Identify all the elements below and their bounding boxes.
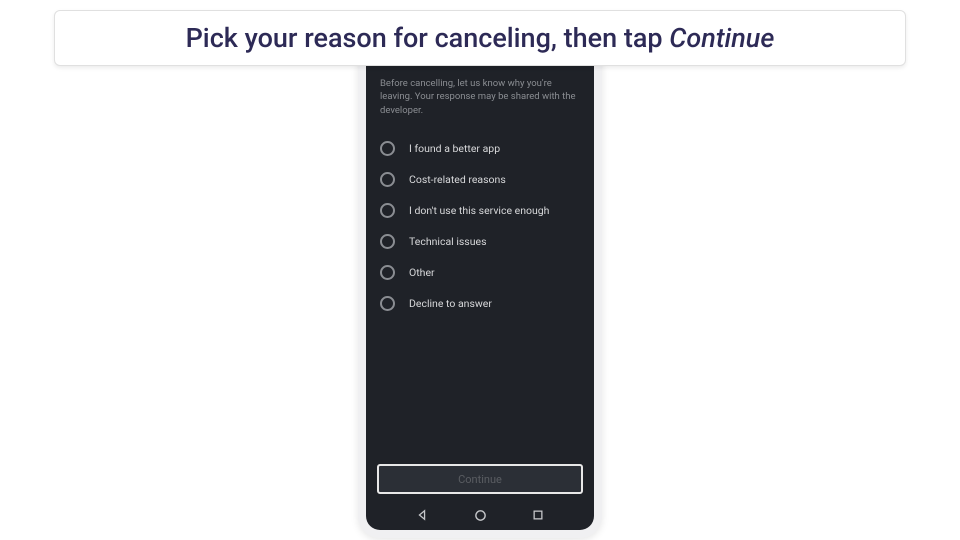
reason-label: I don't use this service enough: [409, 204, 549, 217]
reason-label: Cost-related reasons: [409, 173, 506, 186]
radio-icon: [380, 234, 395, 249]
nav-home-icon[interactable]: [473, 508, 487, 522]
phone-frame: Before cancelling, let us know why you'r…: [358, 24, 602, 538]
instruction-banner: Pick your reason for canceling, then tap…: [54, 10, 906, 66]
reason-option-cost[interactable]: Cost-related reasons: [380, 164, 580, 195]
nav-back-icon[interactable]: [415, 508, 429, 522]
reason-option-usage[interactable]: I don't use this service enough: [380, 195, 580, 226]
radio-icon: [380, 141, 395, 156]
reason-label: Other: [409, 266, 435, 279]
continue-button-label: Continue: [458, 473, 502, 486]
phone-screen: Before cancelling, let us know why you'r…: [366, 32, 594, 530]
radio-icon: [380, 203, 395, 218]
nav-recent-icon[interactable]: [531, 508, 545, 522]
radio-icon: [380, 296, 395, 311]
reason-label: Decline to answer: [409, 297, 492, 310]
reason-option-other[interactable]: Other: [380, 257, 580, 288]
reason-option-technical[interactable]: Technical issues: [380, 226, 580, 257]
reason-option-decline[interactable]: Decline to answer: [380, 288, 580, 319]
radio-icon: [380, 265, 395, 280]
intro-text: Before cancelling, let us know why you'r…: [380, 77, 580, 117]
reason-option-better-app[interactable]: I found a better app: [380, 133, 580, 164]
cancel-reason-form: Before cancelling, let us know why you'r…: [366, 32, 594, 530]
continue-button[interactable]: Continue: [377, 464, 583, 494]
reason-label: Technical issues: [409, 235, 487, 248]
instruction-text: Pick your reason for canceling, then tap…: [186, 22, 775, 54]
reason-label: I found a better app: [409, 142, 500, 155]
radio-icon: [380, 172, 395, 187]
android-nav-bar: [366, 500, 594, 530]
